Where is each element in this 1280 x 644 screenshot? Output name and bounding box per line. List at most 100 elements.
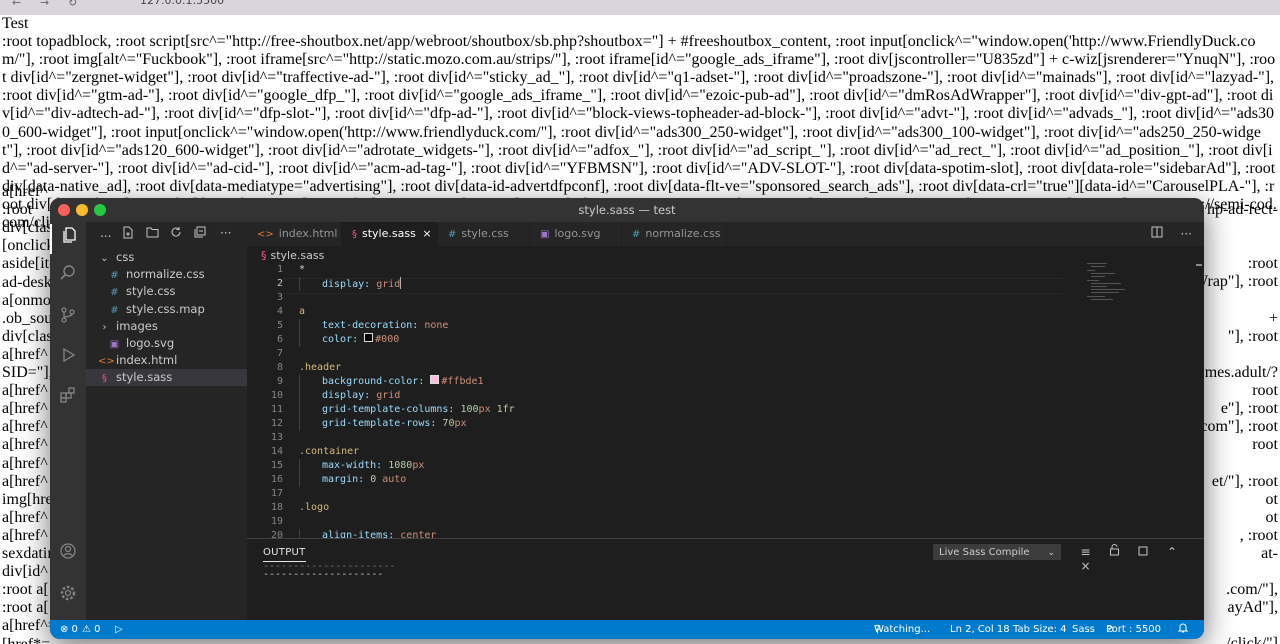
maximize-panel-icon[interactable]: ⌃ — [1159, 545, 1184, 559]
tab-output[interactable]: OUTPUT — [263, 547, 306, 562]
language-mode[interactable]: Sass — [1072, 620, 1095, 639]
explorer-file[interactable]: ▣ logo.svg — [86, 335, 269, 352]
problems-warnings[interactable]: ⚠ 0 — [82, 620, 101, 639]
selector: * — [299, 264, 306, 275]
search-icon[interactable] — [50, 262, 86, 292]
forward-icon[interactable]: → — [40, 0, 49, 9]
address-bar[interactable]: 127.0.0.1:5500 — [140, 0, 340, 10]
minimap[interactable] — [1087, 263, 1187, 303]
page-text-fragment: .com"], :root — [1196, 418, 1278, 436]
editor-scrollbar[interactable] — [1192, 246, 1204, 556]
property: color: — [322, 334, 359, 345]
property: grid-template-rows: — [322, 418, 437, 429]
notifications-bell-icon[interactable] — [1177, 620, 1189, 639]
explorer-item-label: css — [116, 250, 135, 264]
line-number: 17 — [270, 488, 283, 499]
tab-logo-svg[interactable]: ▣ logo.svg — [530, 222, 622, 246]
property: margin: — [322, 474, 365, 485]
run-icon[interactable]: ▷ — [115, 620, 123, 639]
page-text-fragment: [href*= — [2, 635, 51, 644]
line-number: 14 — [270, 446, 283, 457]
back-icon[interactable]: ← — [12, 0, 21, 9]
explorer-file[interactable]: # style.css.map — [86, 301, 269, 318]
extensions-icon[interactable] — [50, 384, 86, 414]
explorer-folder[interactable]: ⌄ css — [86, 249, 259, 266]
number: 0 — [370, 474, 377, 485]
explorer-file[interactable]: <>index.html — [86, 352, 259, 369]
split-editor-icon[interactable] — [1151, 226, 1167, 241]
explorer-item-label: logo.svg — [126, 336, 175, 350]
color-swatch[interactable] — [430, 375, 440, 384]
collapse-all-icon[interactable] — [194, 226, 206, 241]
line-number: 5 — [276, 320, 283, 331]
page-text-fragment: a[href^ — [2, 454, 48, 472]
page-text-fragment: mes.adult/? — [1204, 363, 1278, 381]
file-type-icon: ▣ — [109, 339, 120, 350]
explorer-file[interactable]: # normalize.css — [86, 266, 269, 283]
line-number: 10 — [270, 390, 283, 401]
run-debug-icon[interactable] — [50, 344, 86, 374]
page-text-fragment: a[href^ — [2, 472, 48, 490]
page-text-fragment: img[hre — [2, 490, 53, 508]
tab-style-sass[interactable]: § style.sass × — [342, 222, 438, 246]
explorer-folder[interactable]: › images — [86, 318, 259, 335]
explorer-item-label: normalize.css — [126, 267, 205, 282]
tab-label: logo.svg — [554, 227, 601, 240]
tab-label: style.sass — [362, 227, 416, 240]
more-actions-icon[interactable]: ··· — [1181, 227, 1192, 241]
page-text-fragment: at- — [1261, 544, 1278, 562]
code-line: margin: 0 auto — [299, 473, 406, 487]
explorer-file[interactable]: § style.sass — [86, 369, 259, 387]
more-actions-icon[interactable]: ··· — [220, 226, 231, 240]
code-line: display: grid — [299, 277, 402, 291]
problems-errors[interactable]: ⊗ 0 — [60, 620, 78, 639]
tab-index-html[interactable]: <> index.html — [247, 222, 342, 246]
account-icon[interactable] — [50, 540, 86, 570]
page-text-fragment: root — [1252, 382, 1278, 399]
number: 70 — [442, 418, 455, 429]
new-file-icon[interactable] — [122, 226, 134, 242]
close-tab-icon[interactable]: × — [422, 227, 431, 240]
explorer-more-label: ... — [100, 226, 112, 240]
clear-output-icon[interactable]: ≡ — [1073, 545, 1098, 559]
close-panel-icon[interactable]: × — [1073, 559, 1098, 573]
line-number: 19 — [270, 516, 283, 527]
new-folder-icon[interactable] — [146, 226, 159, 241]
lock-scroll-icon[interactable] — [1102, 544, 1127, 559]
tab-normalize-css[interactable]: # normalize.css — [622, 222, 727, 246]
chevron-icon: › — [102, 321, 107, 333]
page-text-fragment: div[id^ — [2, 563, 48, 581]
refresh-icon[interactable] — [170, 226, 182, 241]
page-text-fragment: :root — [1247, 255, 1278, 273]
open-log-icon[interactable] — [1131, 545, 1156, 559]
color-swatch[interactable] — [364, 333, 374, 342]
explorer-icon[interactable] — [50, 224, 88, 254]
property: background-color: — [322, 376, 425, 387]
explorer-item-label: index.html — [116, 353, 178, 368]
code-line: max-width: 1080px — [299, 459, 424, 473]
source-control-icon[interactable] — [50, 304, 86, 334]
page-text-fragment: div[clas — [2, 327, 53, 345]
line-number: 3 — [276, 292, 283, 303]
value: grid — [376, 279, 401, 290]
sass-file-icon: § — [352, 229, 357, 240]
cursor-position[interactable]: Ln 2, Col 18 — [950, 620, 1010, 639]
settings-gear-icon[interactable] — [50, 582, 86, 612]
output-panel: OUTPUT Live Sass Compile ⌄ ≡ ⌃ × --------… — [247, 538, 1204, 621]
reload-icon[interactable]: ↻ — [68, 0, 77, 9]
page-text-fragment: ot — [1265, 508, 1278, 526]
number: 1080 — [388, 460, 413, 471]
output-channel-select[interactable]: Live Sass Compile ⌄ — [933, 544, 1061, 560]
explorer-sidebar: ... ··· ⌄ css # normalize.css # style.css # sty… — [86, 222, 259, 620]
explorer-file[interactable]: # style.css — [86, 283, 269, 300]
port-label: Port : 5500 — [1106, 624, 1161, 635]
value: #ffbde1 — [441, 376, 484, 387]
css-file-icon: # — [448, 229, 457, 240]
tab-style-css[interactable]: # style.css — [438, 222, 530, 246]
breadcrumb[interactable]: § style.sass — [261, 249, 324, 262]
tab-size[interactable]: Tab Size: 4 — [1013, 620, 1067, 639]
page-text-fragment: ot — [1265, 490, 1278, 508]
line-number: 11 — [270, 404, 283, 415]
explorer-item-label: style.css — [126, 284, 176, 299]
panel-actions: ≡ ⌃ × — [1073, 544, 1204, 573]
